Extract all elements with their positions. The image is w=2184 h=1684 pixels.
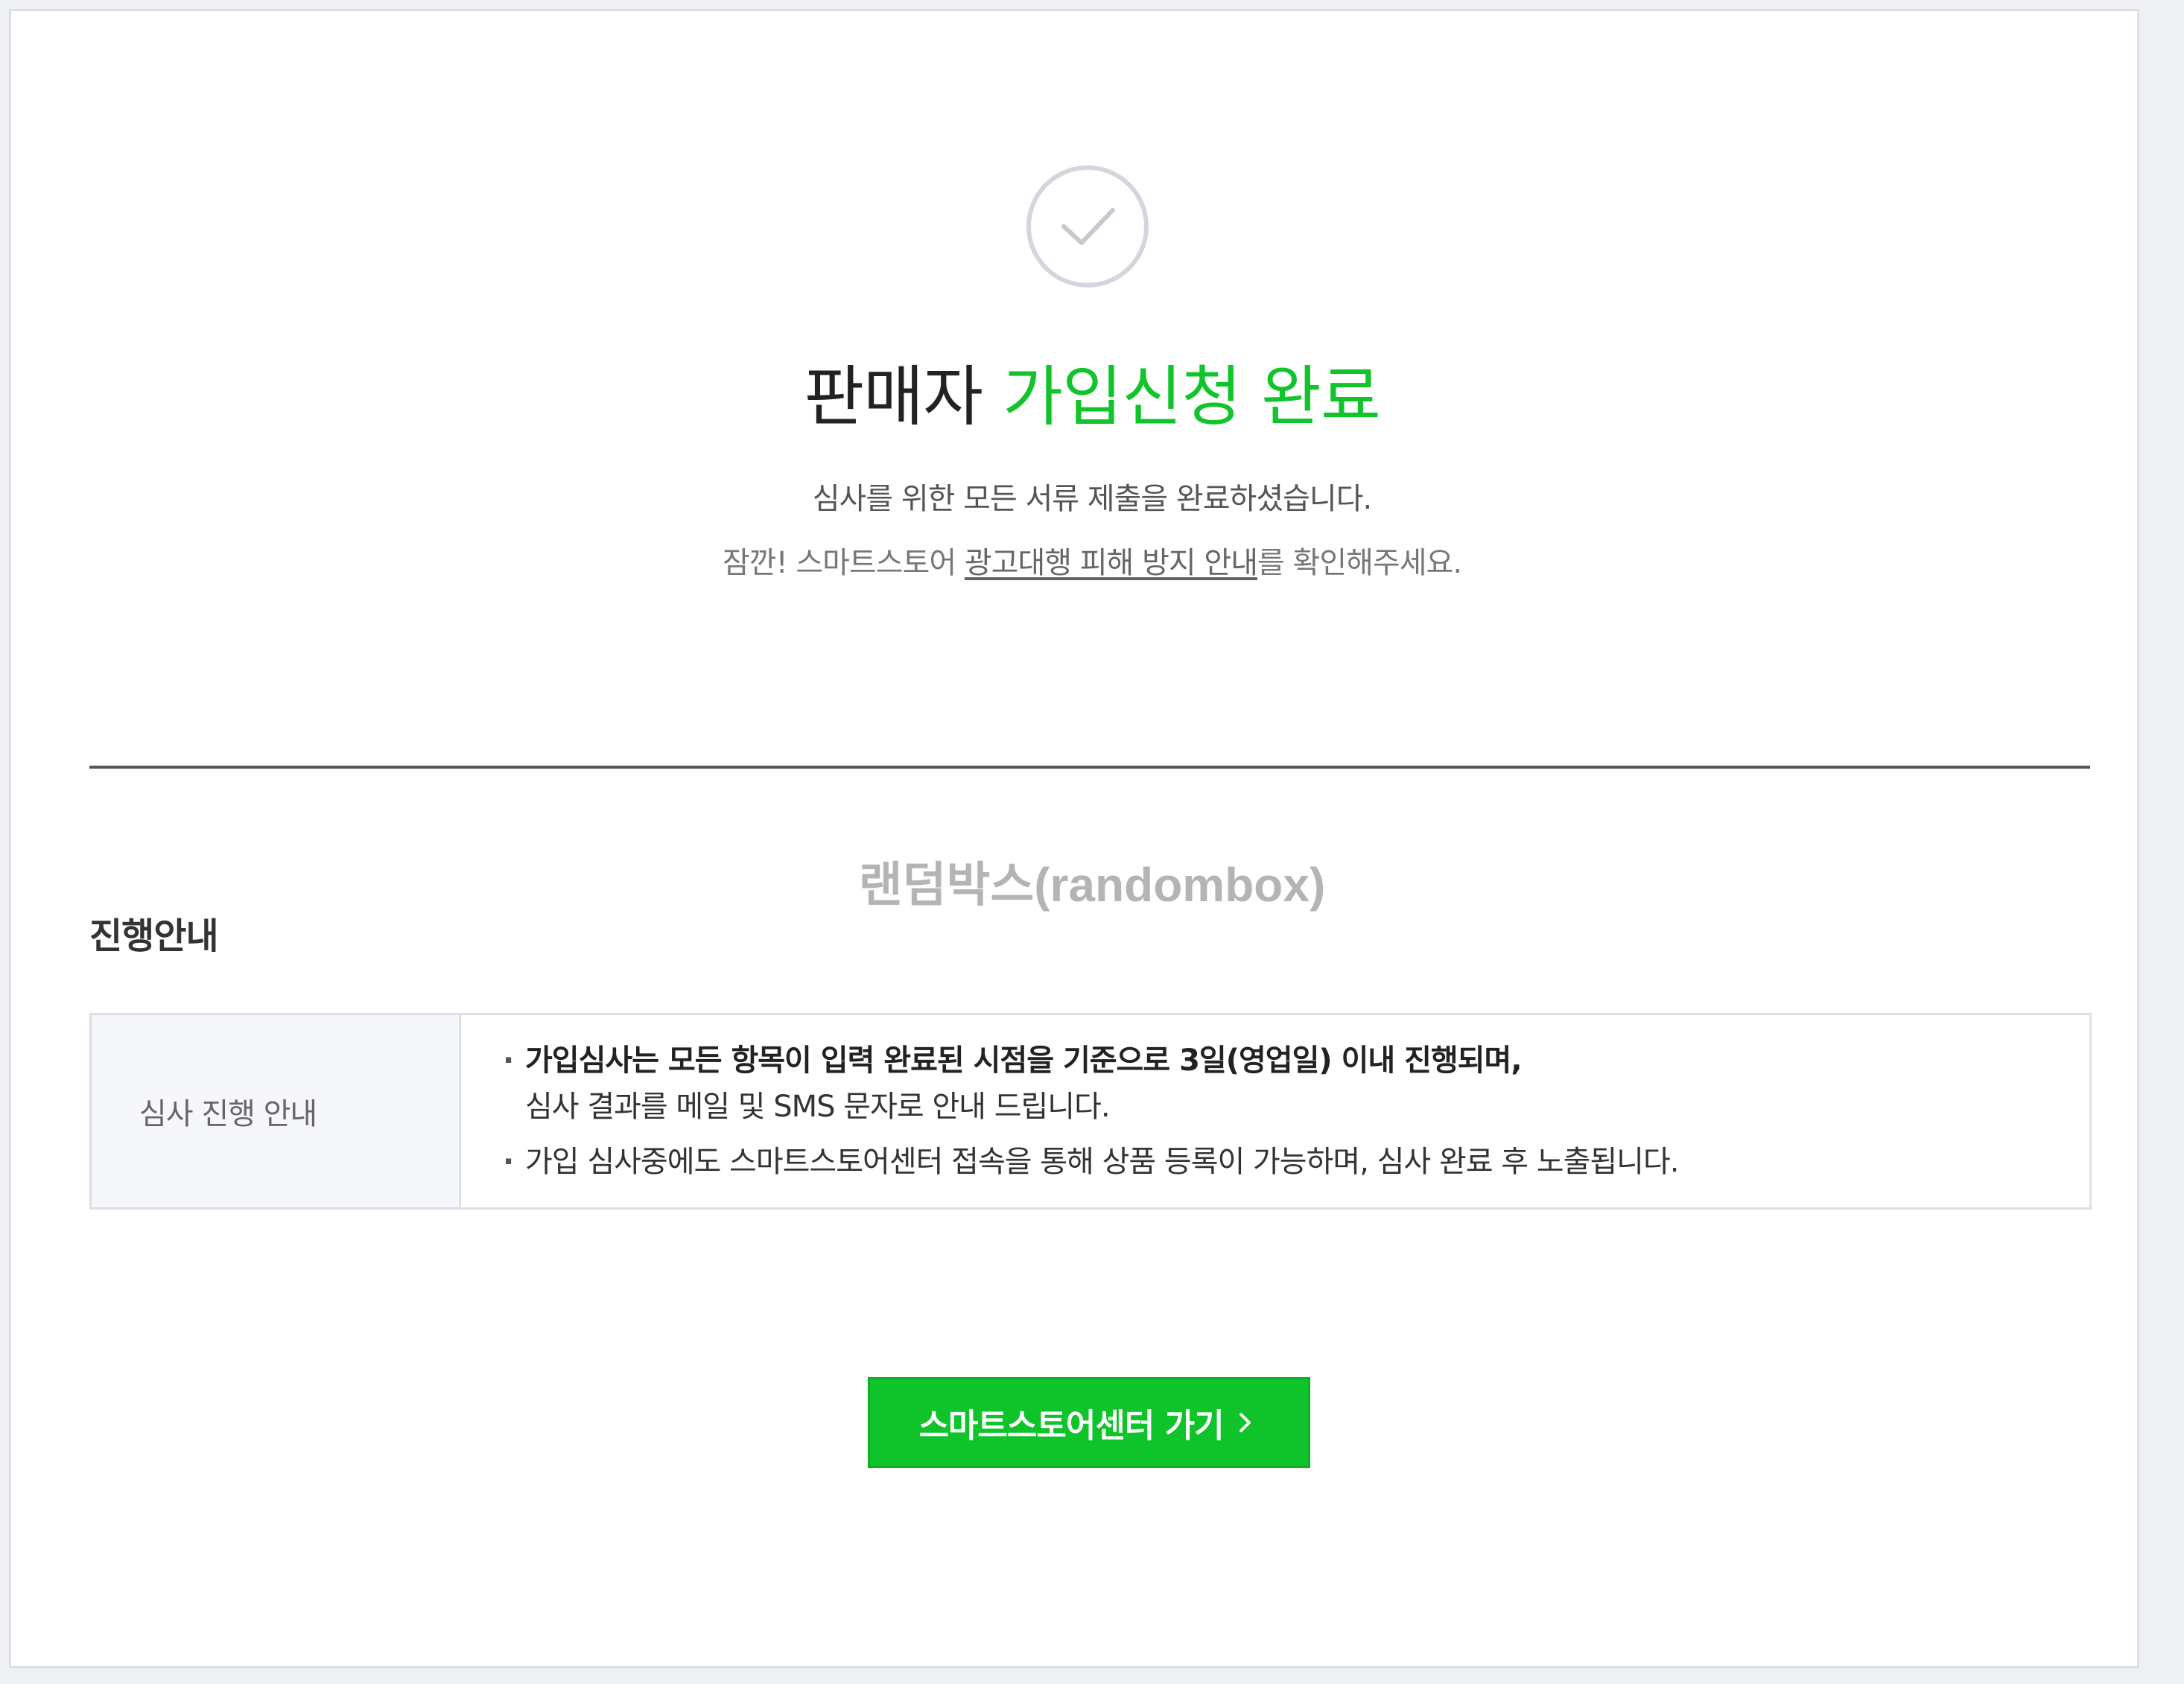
ad-fraud-notice-link[interactable]: 광고대행 피해 방지 안내	[965, 546, 1258, 580]
progress-item: 가입심사는 모든 항목이 입력 완료된 시점을 기준으로 3일(영업일) 이내 …	[503, 1038, 2089, 1130]
check-circle-icon	[1026, 165, 1149, 287]
progress-item-rest: 심사 결과를 메일 및 SMS 문자로 안내 드립니다.	[525, 1090, 1111, 1124]
go-to-smartstore-center-button[interactable]: 스마트스토어센터 가기	[868, 1377, 1310, 1468]
watermark: 랜덤박스(randombox)	[858, 858, 1326, 912]
progress-item: 가입 심사중에도 스마트스토어센터 접속을 통해 상품 등록이 가능하며, 심사…	[503, 1139, 2089, 1185]
notice-prefix: 잠깐! 스마트스토어	[722, 546, 965, 580]
completion-description: 심사를 위한 모든 서류 제출을 완료하셨습니다.	[812, 482, 1373, 516]
progress-row-header: 심사 진행 안내	[92, 1015, 461, 1207]
cta-label: 스마트스토어센터 가기	[918, 1407, 1224, 1445]
notice-suffix: 를 확인해주세요.	[1257, 546, 1462, 580]
progress-item-text: 가입 심사중에도 스마트스토어센터 접속을 통해 상품 등록이 가능하며, 심사…	[525, 1145, 1679, 1179]
section-divider	[89, 766, 2090, 769]
progress-info-table: 심사 진행 안내 가입심사는 모든 항목이 입력 완료된 시점을 기준으로 3일…	[89, 1013, 2092, 1210]
progress-row-body: 가입심사는 모든 항목이 입력 완료된 시점을 기준으로 3일(영업일) 이내 …	[461, 1015, 2089, 1207]
progress-item-bold: 가입심사는 모든 항목이 입력 완료된 시점을 기준으로 3일(영업일) 이내 …	[525, 1043, 1523, 1078]
title-accent: 가입신청 완료	[1003, 358, 1381, 435]
title-prefix: 판매자	[804, 358, 1003, 435]
chevron-right-icon	[1239, 1413, 1251, 1432]
progress-section-title: 진행안내	[89, 915, 219, 957]
notice-text: 잠깐! 스마트스토어 광고대행 피해 방지 안내를 확인해주세요.	[0, 541, 2184, 585]
page-title: 판매자 가입신청 완료	[0, 356, 2184, 438]
